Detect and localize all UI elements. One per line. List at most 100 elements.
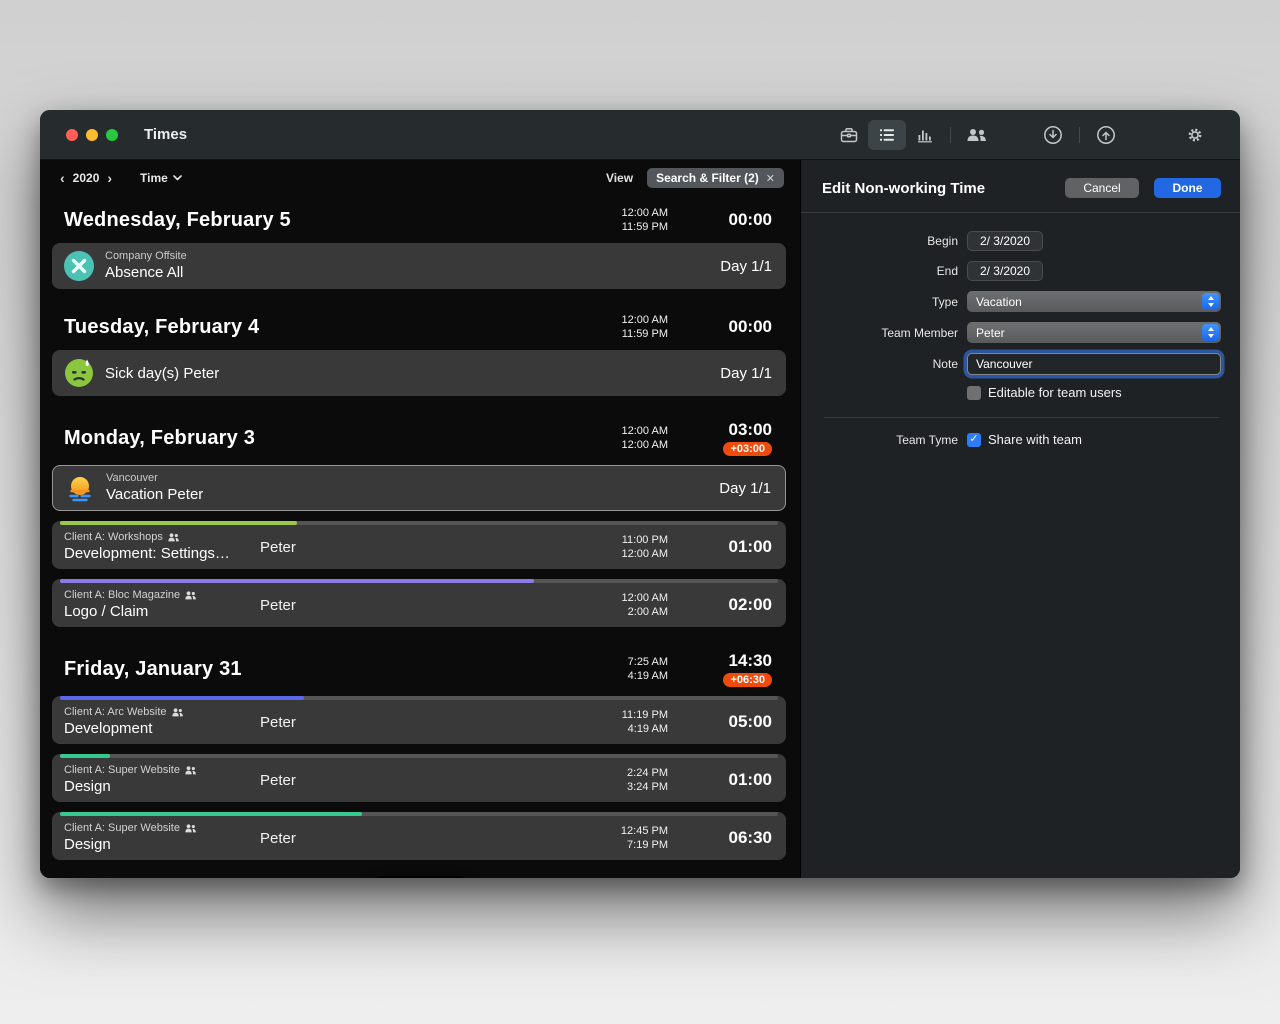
begin-label: Begin xyxy=(822,234,958,248)
entry-day-count: Day 1/1 xyxy=(720,365,772,382)
day-title: Friday, January 31 xyxy=(64,658,582,681)
day-header: Friday, January 31 7:25 AM 4:19 AM 14:30… xyxy=(40,641,800,696)
list-view-icon[interactable] xyxy=(868,120,906,150)
close-icon[interactable]: ✕ xyxy=(766,172,775,185)
type-label: Type xyxy=(822,295,958,309)
end-date-field[interactable]: 2/ 3/2020 xyxy=(967,261,1043,281)
title-bar: Times xyxy=(40,110,1240,160)
cancel-button[interactable]: Cancel xyxy=(1065,178,1139,198)
team-entry-icon xyxy=(185,766,196,775)
entry-start-time: 12:00 AM xyxy=(582,591,668,605)
search-filter-pill[interactable]: Search & Filter (2) ✕ xyxy=(647,168,784,188)
minimize-window-button[interactable] xyxy=(86,129,98,141)
note-label: Note xyxy=(822,357,958,371)
entry-person: Peter xyxy=(260,597,296,614)
day-total: 14:30 xyxy=(729,651,772,671)
team-member-select[interactable]: Peter xyxy=(967,322,1221,343)
next-year-button[interactable]: › xyxy=(105,170,114,186)
zoom-window-button[interactable] xyxy=(106,129,118,141)
team-entry-icon xyxy=(172,708,183,717)
entry-task: Logo / Claim xyxy=(64,602,260,621)
absence-entry-card[interactable]: Company Offsite Absence All Day 1/1 xyxy=(52,243,786,289)
day-section: Tuesday, February 4 12:00 AM 11:59 PM 00… xyxy=(40,303,800,396)
entry-duration: 02:00 xyxy=(729,595,772,615)
entry-start-time: 2:24 PM xyxy=(582,766,668,780)
total-badge: Total: 00:00 xyxy=(367,876,473,878)
prev-year-button[interactable]: ‹ xyxy=(58,170,67,186)
day-section: Wednesday, February 5 12:00 AM 11:59 PM … xyxy=(40,196,800,289)
day-end-time: 4:19 AM xyxy=(582,669,668,683)
entry-person: Peter xyxy=(260,714,296,731)
entry-day-count: Day 1/1 xyxy=(720,258,772,275)
view-label[interactable]: View xyxy=(606,171,633,185)
note-input[interactable] xyxy=(967,353,1221,375)
time-entry-card[interactable]: Client A: Workshops Development: Setting… xyxy=(52,521,786,569)
team-entry-icon xyxy=(168,533,179,542)
day-start-time: 12:00 AM xyxy=(582,424,668,438)
progress-track xyxy=(60,579,778,583)
absence-entry-card[interactable]: Sick day(s) Peter Day 1/1 xyxy=(52,350,786,396)
day-end-time: 11:59 PM xyxy=(582,327,668,341)
time-entry-card[interactable]: Client A: Super Website Design Peter 2:2… xyxy=(52,754,786,802)
entry-title: Absence All xyxy=(105,263,187,282)
type-select[interactable]: Vacation xyxy=(967,291,1221,312)
time-entry-card[interactable]: Client A: Arc Website Development Peter … xyxy=(52,696,786,744)
editable-checkbox-label: Editable for team users xyxy=(988,385,1122,400)
select-stepper-icon xyxy=(1202,293,1219,310)
entry-end-time: 4:19 AM xyxy=(582,722,668,736)
time-entry-list: ‹ 2020 › Time View Search & Filter (2) ✕… xyxy=(40,160,800,878)
view-mode-dropdown[interactable]: Time xyxy=(140,171,182,185)
sunrise-icon xyxy=(65,473,95,503)
entry-duration: 01:00 xyxy=(729,537,772,557)
section-divider xyxy=(824,417,1219,418)
day-end-time: 12:00 AM xyxy=(582,438,668,452)
day-header: Monday, February 3 12:00 AM 12:00 AM 03:… xyxy=(40,410,800,465)
panel-divider xyxy=(801,212,1240,213)
progress-fill xyxy=(60,754,110,758)
end-label: End xyxy=(822,264,958,278)
entry-project: Client A: Workshops xyxy=(64,531,163,544)
team-member-selected-value: Peter xyxy=(976,326,1005,340)
team-entry-icon xyxy=(185,824,196,833)
day-header: Tuesday, February 4 12:00 AM 11:59 PM 00… xyxy=(40,303,800,350)
day-total: 00:00 xyxy=(729,210,772,230)
people-icon[interactable] xyxy=(957,120,997,150)
entry-end-time: 2:00 AM xyxy=(582,605,668,619)
entry-start-time: 11:19 PM xyxy=(582,708,668,722)
day-title: Tuesday, February 4 xyxy=(64,316,582,339)
import-icon[interactable] xyxy=(1033,119,1073,151)
edit-non-working-time-panel: Edit Non-working Time Cancel Done Begin … xyxy=(800,160,1240,878)
progress-fill xyxy=(60,812,362,816)
overtime-badge: +03:00 xyxy=(723,442,772,456)
select-stepper-icon xyxy=(1202,324,1219,341)
team-member-label: Team Member xyxy=(822,326,958,340)
entry-start-time: 11:00 PM xyxy=(582,533,668,547)
absence-entry-card-selected[interactable]: Vancouver Vacation Peter Day 1/1 xyxy=(52,465,786,511)
team-tyme-label: Team Tyme xyxy=(822,433,958,447)
gear-icon[interactable] xyxy=(1176,120,1214,150)
year-navigator: ‹ 2020 › xyxy=(58,170,114,186)
export-icon[interactable] xyxy=(1086,119,1126,151)
list-header: ‹ 2020 › Time View Search & Filter (2) ✕ xyxy=(40,160,800,196)
editable-checkbox[interactable] xyxy=(967,386,981,400)
time-entry-card[interactable]: Client A: Super Website Design Peter 12:… xyxy=(52,812,786,860)
entry-title: Sick day(s) Peter xyxy=(105,364,219,383)
entry-project: Client A: Super Website xyxy=(64,764,180,777)
done-button[interactable]: Done xyxy=(1154,178,1221,198)
entry-person: Peter xyxy=(260,772,296,789)
entry-project: Client A: Bloc Magazine xyxy=(64,589,180,602)
time-entry-card[interactable]: Client A: Bloc Magazine Logo / Claim Pet… xyxy=(52,579,786,627)
day-end-time: 11:59 PM xyxy=(582,220,668,234)
share-checkbox[interactable]: ✓ xyxy=(967,433,981,447)
overtime-badge: +06:30 xyxy=(723,673,772,687)
progress-track xyxy=(60,812,778,816)
briefcase-icon[interactable] xyxy=(830,120,868,150)
day-start-time: 7:25 AM xyxy=(582,655,668,669)
begin-date-field[interactable]: 2/ 3/2020 xyxy=(967,231,1043,251)
sick-face-icon xyxy=(64,358,94,388)
panel-title: Edit Non-working Time xyxy=(822,180,1065,197)
bar-chart-icon[interactable] xyxy=(906,120,944,150)
close-window-button[interactable] xyxy=(66,129,78,141)
toolbar-separator xyxy=(950,127,951,143)
entry-task: Design xyxy=(64,777,260,796)
